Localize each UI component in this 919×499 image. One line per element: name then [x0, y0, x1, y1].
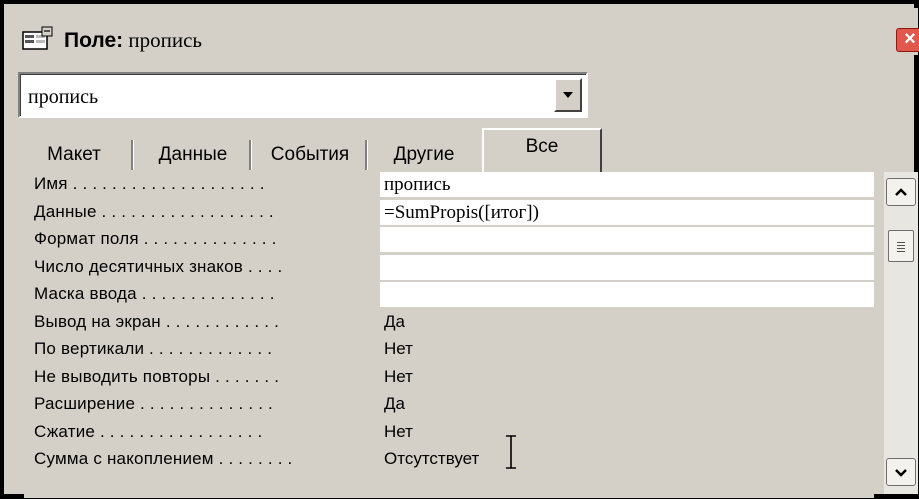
property-row[interactable]: Имя . . . . . . . . . . . . . . . . . . … — [24, 172, 874, 199]
dropdown-button[interactable] — [554, 78, 582, 112]
vertical-scrollbar[interactable] — [884, 172, 918, 494]
properties-icon — [22, 26, 53, 50]
property-value-cell[interactable] — [380, 227, 874, 253]
property-label: Сумма с накоплением . . . . . . . . — [34, 449, 293, 468]
property-label: Расширение . . . . . . . . . . . . . . — [34, 394, 273, 413]
chevron-up-icon — [895, 188, 907, 196]
property-row[interactable]: Сумма с накоплением . . . . . . . . Отсут… — [24, 447, 874, 474]
property-row[interactable]: По вертикали . . . . . . . . . . . . . Не… — [24, 337, 874, 364]
property-row[interactable]: Данные . . . . . . . . . . . . . . . . .… — [24, 200, 874, 227]
scroll-up-button[interactable] — [886, 178, 916, 206]
property-row[interactable]: Маска ввода . . . . . . . . . . . . . . — [24, 282, 874, 309]
tab-label: Все — [525, 136, 559, 157]
property-label: Формат поля . . . . . . . . . . . . . . — [34, 229, 277, 248]
property-label: Не выводить повторы . . . . . . . — [34, 367, 280, 386]
tab-label: Другие — [393, 144, 455, 165]
property-label: По вертикали . . . . . . . . . . . . . — [34, 339, 273, 358]
property-value-cell[interactable] — [380, 310, 874, 336]
close-icon: × — [904, 28, 916, 50]
property-grid: Имя . . . . . . . . . . . . . . . . . . … — [24, 172, 874, 498]
property-row[interactable]: Не выводить повторы . . . . . . . Нет — [24, 365, 874, 392]
close-button[interactable]: × — [896, 28, 919, 52]
tab-all[interactable]: Все — [482, 128, 602, 174]
properties-window: Поле: пропись × пропись Макет Данные Соб… — [0, 0, 919, 499]
property-row[interactable]: Вывод на экран . . . . . . . . . . . . Да — [24, 310, 874, 337]
property-value: Да — [384, 312, 405, 331]
tab-label: Данные — [158, 144, 228, 165]
property-value-cell[interactable] — [380, 420, 874, 446]
property-label: Данные . . . . . . . . . . . . . . . . .… — [34, 202, 274, 221]
tab-strip: Макет Данные События Другие Все — [18, 128, 618, 174]
tab-label: События — [270, 144, 350, 165]
property-value: =SumPropis([итог]) — [384, 202, 539, 223]
property-value-cell[interactable] — [380, 337, 874, 363]
tab-events[interactable]: События — [256, 136, 368, 174]
title-field-name: пропись — [123, 28, 203, 52]
tab-layout[interactable]: Макет — [18, 136, 134, 174]
property-value: пропись — [384, 174, 451, 195]
property-value: Нет — [384, 339, 413, 358]
tab-label: Макет — [47, 144, 101, 165]
property-row[interactable]: Сжатие . . . . . . . . . . . . . . . . .… — [24, 420, 874, 447]
property-value-cell[interactable] — [380, 255, 874, 281]
property-value: Отсутствует — [384, 449, 480, 468]
scroll-thumb[interactable] — [888, 230, 914, 262]
property-value: Нет — [384, 422, 413, 441]
object-selector-value: пропись — [28, 86, 99, 108]
text-cursor-icon — [506, 435, 516, 469]
property-label: Маска ввода . . . . . . . . . . . . . . — [34, 284, 275, 303]
property-value-cell[interactable] — [380, 282, 874, 308]
property-row[interactable]: Формат поля . . . . . . . . . . . . . . — [24, 227, 874, 254]
property-value-cell[interactable] — [380, 172, 874, 198]
scroll-down-button[interactable] — [886, 458, 916, 486]
title-prefix: Поле: — [64, 29, 124, 52]
property-label: Сжатие . . . . . . . . . . . . . . . . . — [34, 422, 263, 441]
property-row[interactable]: Число десятичных знаков . . . . — [24, 255, 874, 282]
tab-data[interactable]: Данные — [138, 136, 252, 174]
property-value-cell[interactable] — [380, 392, 874, 418]
chevron-down-icon — [895, 469, 907, 477]
property-value-cell[interactable] — [380, 365, 874, 391]
property-row[interactable]: Расширение . . . . . . . . . . . . . . Да — [24, 392, 874, 419]
property-label: Имя . . . . . . . . . . . . . . . . . . … — [34, 174, 265, 193]
object-selector[interactable]: пропись — [18, 72, 588, 118]
title-bar[interactable]: Поле: пропись × — [8, 8, 919, 55]
property-value: Нет — [384, 367, 413, 386]
chevron-down-icon — [563, 92, 573, 98]
property-label: Вывод на экран . . . . . . . . . . . . — [34, 312, 280, 331]
window-title: Поле: пропись — [64, 28, 202, 53]
property-value: Да — [384, 394, 405, 413]
property-label: Число десятичных знаков . . . . — [34, 257, 283, 276]
tab-other[interactable]: Другие — [372, 136, 476, 174]
